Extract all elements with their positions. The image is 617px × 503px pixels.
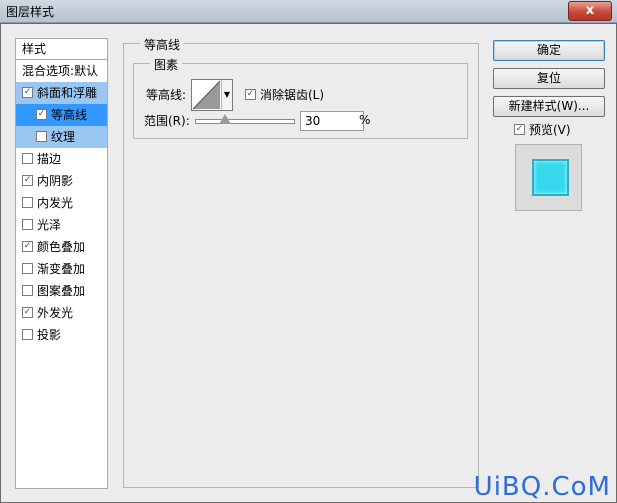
list-item-outer-glow[interactable]: ✓ 外发光	[16, 302, 107, 324]
list-item-contour[interactable]: ✓ 等高线	[16, 104, 107, 126]
contour-curve-icon	[192, 80, 221, 110]
list-item-satin[interactable]: 光泽	[16, 214, 107, 236]
contour-group-title: 等高线	[140, 36, 185, 53]
new-style-button[interactable]: 新建样式(W)...	[493, 96, 605, 117]
list-item-label: 内发光	[37, 196, 74, 210]
chevron-down-icon[interactable]: ▼	[221, 80, 232, 110]
style-preview	[515, 144, 582, 211]
list-item-label: 内阴影	[37, 174, 74, 188]
dialog-body: 样式 混合选项:默认 ✓ 斜面和浮雕 ✓ 等高线 纹理 描边 ✓ 内阴影 内发光 光泽…	[0, 23, 617, 503]
preview-checkbox-row[interactable]: ✓ 预览(V)	[514, 121, 571, 138]
stroke-checkbox[interactable]	[22, 153, 33, 164]
list-item-label: 等高线	[51, 108, 88, 122]
antialias-label: 消除锯齿(L)	[260, 88, 325, 102]
antialias-checkbox[interactable]: ✓	[245, 89, 256, 100]
elements-subgroup-title: 图素	[150, 56, 183, 73]
antialias-checkbox-row[interactable]: ✓ 消除锯齿(L)	[245, 86, 324, 103]
list-item-color-overlay[interactable]: ✓ 颜色叠加	[16, 236, 107, 258]
list-item-label: 渐变叠加	[37, 262, 86, 276]
contour-label: 等高线:	[146, 88, 187, 102]
range-unit: %	[359, 113, 371, 127]
gradient-overlay-checkbox[interactable]	[22, 263, 33, 274]
styles-list: 样式 混合选项:默认 ✓ 斜面和浮雕 ✓ 等高线 纹理 描边 ✓ 内阴影 内发光 光泽…	[15, 38, 108, 489]
reset-button[interactable]: 复位	[493, 68, 605, 89]
texture-checkbox[interactable]	[36, 131, 47, 142]
inner-glow-checkbox[interactable]	[22, 197, 33, 208]
close-icon: x	[585, 3, 595, 18]
range-slider[interactable]	[195, 114, 295, 124]
window-title: 图层样式	[6, 5, 55, 19]
list-item-label: 斜面和浮雕	[37, 86, 98, 100]
list-item-inner-shadow[interactable]: ✓ 内阴影	[16, 170, 107, 192]
list-item-label: 外发光	[37, 306, 74, 320]
list-item-label: 图案叠加	[37, 284, 86, 298]
ok-button[interactable]: 确定	[493, 40, 605, 61]
title-bar: 图层样式 x	[0, 0, 617, 23]
bevel-emboss-checkbox[interactable]: ✓	[22, 87, 33, 98]
close-button[interactable]: x	[568, 1, 612, 21]
preview-swatch	[532, 159, 569, 196]
watermark: UiBQ.CoM	[473, 472, 611, 502]
list-item-drop-shadow[interactable]: 投影	[16, 324, 107, 346]
list-item-label: 投影	[37, 328, 62, 342]
contour-checkbox[interactable]: ✓	[36, 109, 47, 120]
preview-checkbox[interactable]: ✓	[514, 124, 525, 135]
preview-label: 预览(V)	[529, 123, 571, 137]
list-item-label: 颜色叠加	[37, 240, 86, 254]
list-item-label: 纹理	[51, 130, 76, 144]
color-overlay-checkbox[interactable]: ✓	[22, 241, 33, 252]
list-item-label: 描边	[37, 152, 62, 166]
inner-shadow-checkbox[interactable]: ✓	[22, 175, 33, 186]
list-item-pattern-overlay[interactable]: 图案叠加	[16, 280, 107, 302]
outer-glow-checkbox[interactable]: ✓	[22, 307, 33, 318]
list-item-texture[interactable]: 纹理	[16, 126, 107, 148]
list-item-inner-glow[interactable]: 内发光	[16, 192, 107, 214]
list-item-label: 光泽	[37, 218, 62, 232]
contour-picker[interactable]: ▼	[191, 79, 233, 111]
range-input[interactable]	[300, 111, 364, 131]
pattern-overlay-checkbox[interactable]	[22, 285, 33, 296]
list-item-gradient-overlay[interactable]: 渐变叠加	[16, 258, 107, 280]
list-item-stroke[interactable]: 描边	[16, 148, 107, 170]
list-item-bevel-emboss[interactable]: ✓ 斜面和浮雕	[16, 82, 107, 104]
satin-checkbox[interactable]	[22, 219, 33, 230]
list-item-blending-options[interactable]: 混合选项:默认	[16, 60, 107, 82]
range-label: 范围(R):	[144, 114, 190, 128]
drop-shadow-checkbox[interactable]	[22, 329, 33, 340]
range-slider-thumb[interactable]	[219, 114, 232, 124]
styles-list-header[interactable]: 样式	[16, 39, 107, 60]
list-item-label: 混合选项:默认	[22, 64, 99, 78]
